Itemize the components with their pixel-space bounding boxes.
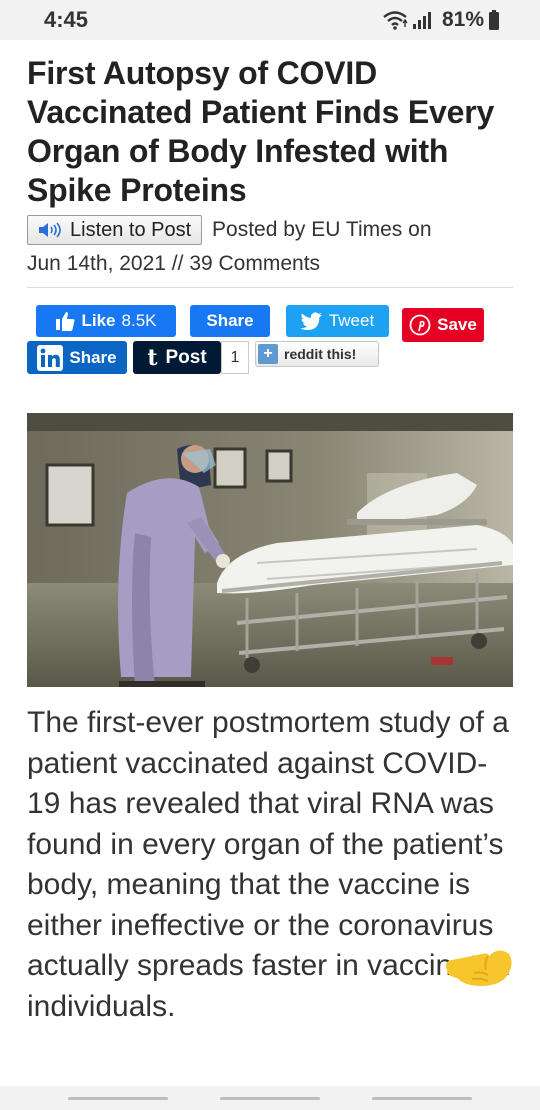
tweet-label: Tweet — [328, 311, 375, 330]
thumbs-up-icon — [56, 312, 75, 331]
signal-icon — [412, 12, 431, 29]
tumblr-post-label: Post — [165, 346, 207, 368]
wifi-icon — [383, 11, 408, 30]
linkedin-share-button[interactable]: Share — [27, 341, 127, 374]
facebook-like-button[interactable]: Like 8.5K — [36, 305, 176, 337]
post-date: Jun 14th, 2021 — [27, 252, 166, 275]
article-meta: Listen to Post Posted by EU Times on Jun… — [27, 213, 513, 275]
reddit-this-button[interactable]: + reddit this! — [255, 341, 379, 367]
tumblr-post-count: 1 — [221, 341, 249, 374]
nav-recent-button[interactable] — [68, 1097, 168, 1100]
morgue-photo — [27, 413, 513, 687]
listen-to-post-button[interactable]: Listen to Post — [27, 215, 203, 246]
nav-back-button[interactable] — [372, 1097, 472, 1100]
tumblr-post-button[interactable]: t Post — [133, 341, 221, 374]
facebook-like-label: Like — [81, 311, 116, 330]
reddit-label: reddit this! — [284, 346, 357, 362]
author-link[interactable]: EU Times — [311, 218, 402, 241]
tumblr-icon: t — [147, 344, 158, 371]
meta-line-2: Jun 14th, 2021 // 39 Comments — [27, 247, 320, 281]
twitter-bird-icon — [300, 312, 322, 330]
status-icons: 81% — [382, 8, 500, 32]
speaker-icon — [39, 222, 61, 238]
battery-percent: 81% — [441, 8, 484, 31]
listen-label: Listen to Post — [70, 219, 192, 242]
article-body: The first-ever postmortem study of a pat… — [27, 706, 511, 1023]
status-bar: 4:45 81% — [0, 0, 540, 40]
article-page: First Autopsy of COVID Vaccinated Patien… — [0, 40, 540, 1086]
battery-icon — [489, 10, 499, 30]
meta-separator: // — [171, 252, 184, 275]
status-time: 4:45 — [44, 7, 89, 32]
meta-divider — [27, 287, 513, 288]
facebook-share-button[interactable]: Share — [190, 305, 270, 337]
article-photo — [27, 413, 513, 687]
posted-by-prefix: Posted by — [212, 218, 306, 241]
article-title: First Autopsy of COVID Vaccinated Patien… — [27, 55, 495, 208]
facebook-share-label: Share — [206, 311, 254, 330]
pinterest-save-label: Save — [437, 315, 477, 334]
pinterest-icon — [409, 314, 431, 336]
pinterest-save-button[interactable]: Save — [402, 308, 484, 342]
twitter-tweet-button[interactable]: Tweet — [286, 305, 389, 337]
comments-link[interactable]: 39 Comments — [189, 252, 320, 275]
pointing-hand-emoji — [445, 950, 512, 986]
reddit-plus-icon: + — [258, 344, 278, 364]
nav-home-button[interactable] — [220, 1097, 320, 1100]
linkedin-icon — [37, 344, 64, 371]
posted-on: on — [408, 218, 432, 241]
linkedin-share-label: Share — [69, 347, 117, 367]
system-nav-bar — [0, 1086, 540, 1110]
facebook-like-count: 8.5K — [121, 311, 157, 330]
